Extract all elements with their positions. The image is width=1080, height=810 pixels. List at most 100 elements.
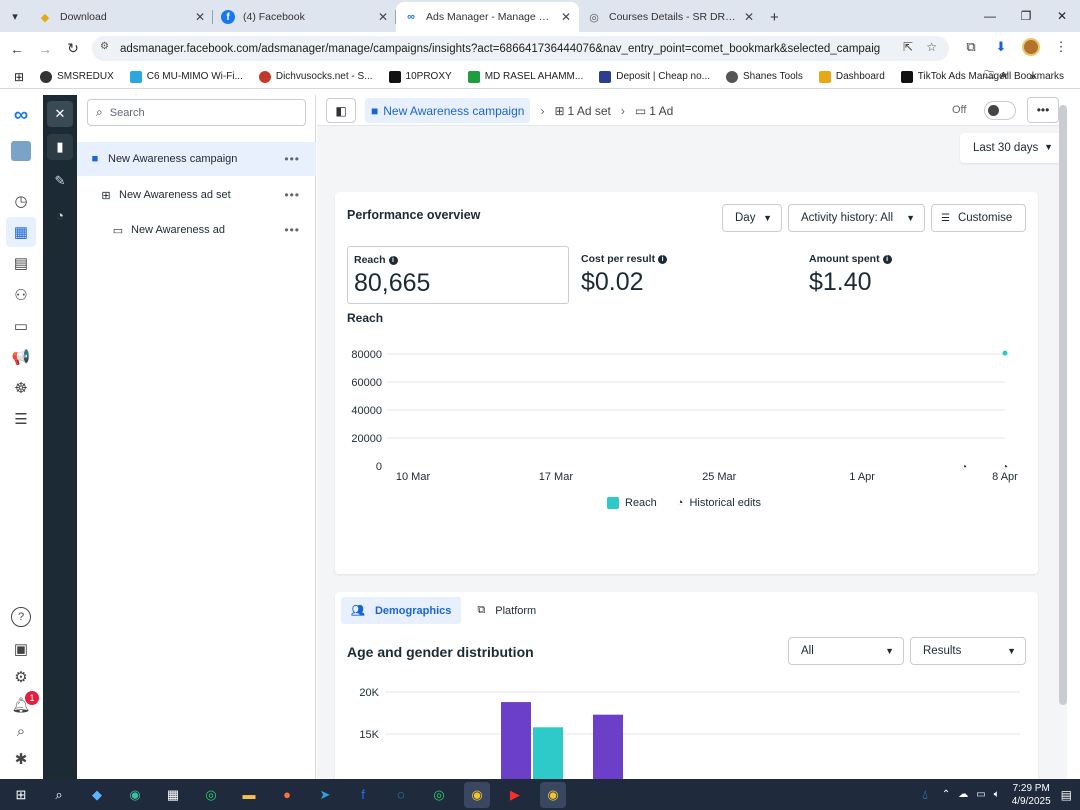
close-panel-icon[interactable]: ✕ [47, 101, 73, 127]
network-icon[interactable]: ▭ [976, 789, 985, 800]
bookmark-item[interactable]: Dashboard [818, 70, 885, 83]
meta-logo-icon[interactable]: ∞ [11, 104, 31, 126]
app-telegram-icon[interactable]: ➤ [312, 782, 338, 808]
url-bar[interactable]: ⚙ adsmanager.facebook.com/adsmanager/man… [92, 36, 949, 61]
pencil-edit-icon[interactable]: ✎ [50, 171, 70, 191]
breadcrumb-ad[interactable]: ▭ 1 Ad [635, 104, 673, 118]
notification-center-icon[interactable]: ▤ [1061, 788, 1072, 802]
more-options-button[interactable]: ••• [1027, 97, 1059, 123]
bookmark-item[interactable]: Shanes Tools [726, 70, 803, 83]
tree-node-campaign[interactable]: ■ New Awareness campaign ••• [77, 142, 316, 176]
bookmark-item[interactable]: MD RASEL AHAMM... [467, 70, 583, 83]
metric-filter-dropdown[interactable]: Results ▼ [910, 637, 1026, 665]
settings-gear-icon[interactable]: ⚙ [11, 667, 31, 687]
onedrive-cloud-icon[interactable]: ☁ [958, 789, 968, 800]
app-file-explorer-icon[interactable]: ▬ [236, 782, 262, 808]
business-tools-icon[interactable]: ☸ [11, 378, 31, 398]
search-input[interactable]: ⌕ Search [87, 99, 306, 126]
customise-button[interactable]: ☰ Customise [931, 204, 1026, 232]
help-icon[interactable]: ? [11, 607, 31, 627]
tab-platform[interactable]: ⧉ Platform [467, 597, 546, 624]
all-bookmarks-folder[interactable]: 🗀 All Bookmarks [984, 68, 1064, 85]
more-options-icon[interactable]: ••• [284, 188, 300, 202]
table-icon[interactable]: ▦ [6, 217, 36, 247]
chart-bars-icon[interactable]: ▮ [47, 134, 73, 160]
audience-filter-dropdown[interactable]: All ▼ [788, 637, 904, 665]
back-arrow-icon[interactable]: ← [3, 41, 31, 57]
catalog-icon[interactable]: ▤ [11, 253, 31, 273]
forward-arrow-icon[interactable]: → [31, 41, 59, 57]
megaphone-icon[interactable]: 📢 [11, 347, 31, 367]
app-whatsapp-icon[interactable]: ◎ [198, 782, 224, 808]
app-messenger-icon[interactable]: ◌ [388, 782, 414, 808]
browser-tab-courses[interactable]: ◎ Courses Details - SR DREAM IT ✕ [579, 2, 762, 32]
browser-tab-ads-manager[interactable]: ∞ Ads Manager - Manage ads - C ✕ [396, 2, 579, 32]
new-tab-button[interactable]: + [762, 2, 792, 32]
browser-tab-download[interactable]: ◆ Download ✕ [30, 2, 213, 32]
bookmark-star-icon[interactable]: ☆ [926, 40, 937, 54]
taskbar-search-icon[interactable]: ⌕ [46, 782, 72, 808]
bookmark-item[interactable]: SMSREDUX [40, 70, 114, 83]
site-info-icon[interactable]: ⚙ [100, 41, 109, 52]
cast-icon[interactable]: ⇱ [903, 40, 913, 54]
close-tab-icon[interactable]: ✕ [195, 10, 205, 24]
close-tab-icon[interactable]: ✕ [378, 10, 388, 24]
gauge-icon[interactable]: ◷ [11, 191, 31, 211]
downloads-icon[interactable]: ⬇ [992, 39, 1010, 55]
date-range-dropdown[interactable]: Last 30 days ▼ [960, 133, 1063, 163]
extensions-icon[interactable]: ⧉ [962, 39, 980, 55]
tree-node-ad[interactable]: ▭ New Awareness ad ••• [77, 213, 316, 247]
app-youtube-icon[interactable]: ▶ [502, 782, 528, 808]
tree-node-adset[interactable]: ⊞ New Awareness ad set ••• [77, 178, 316, 212]
breadcrumb-adset[interactable]: ⊞ 1 Ad set [554, 104, 610, 118]
tab-demographics[interactable]: 👥︎ Demographics [341, 597, 462, 624]
activity-history-dropdown[interactable]: Activity history: All ▼ [788, 204, 925, 232]
scrollbar[interactable] [1059, 105, 1067, 705]
hamburger-menu-icon[interactable]: ☰ [11, 409, 31, 429]
bug-report-icon[interactable]: ✱ [11, 749, 31, 769]
tray-chevron-up-icon[interactable]: ⌃ [942, 789, 950, 800]
metric-cost-per-result[interactable]: Cost per result i $0.02 [575, 246, 797, 304]
account-avatar[interactable] [11, 141, 31, 161]
bookmark-item[interactable]: Dichvusocks.net - S... [258, 70, 373, 83]
info-icon[interactable]: i [882, 255, 892, 264]
close-tab-icon[interactable]: ✕ [744, 10, 754, 24]
audiences-icon[interactable]: ⚇ [11, 285, 31, 305]
metric-amount-spent[interactable]: Amount spent i $1.40 [803, 246, 1025, 304]
volume-icon[interactable]: 🔈︎ [994, 789, 1000, 800]
history-clock-icon[interactable]: ◔ [50, 205, 70, 225]
reports-icon[interactable]: ▣ [11, 639, 31, 659]
bookmark-item[interactable]: Deposit | Cheap no... [599, 70, 710, 83]
app-chrome-icon[interactable]: ◉ [464, 781, 490, 808]
app-copilot-icon[interactable]: ◆ [84, 782, 110, 808]
metric-reach[interactable]: Reach i 80,665 [347, 246, 569, 304]
profile-avatar[interactable] [1022, 38, 1040, 56]
bookmark-item[interactable]: C6 MU-MIMO Wi-Fi... [129, 70, 243, 83]
minimize-icon[interactable]: — [972, 0, 1008, 32]
billing-card-icon[interactable]: ▭ [11, 316, 31, 336]
breadcrumb-campaign[interactable]: ■ New Awareness campaign [365, 98, 531, 123]
info-icon[interactable]: i [658, 255, 668, 264]
sidebar-toggle-icon[interactable]: ◧ [326, 98, 356, 123]
close-tab-icon[interactable]: ✕ [561, 10, 571, 24]
app-chrome-2-icon[interactable]: ◉ [540, 781, 566, 808]
apps-grid-icon[interactable]: ⊞ [14, 70, 24, 84]
close-window-icon[interactable]: ✕ [1044, 0, 1080, 32]
more-options-icon[interactable]: ••• [284, 152, 300, 166]
system-clock[interactable]: 7:29 PM 4/9/2025 [1012, 782, 1051, 808]
browser-menu-icon[interactable]: ⋮ [1052, 39, 1070, 55]
campaign-on-off-toggle[interactable] [984, 101, 1016, 120]
info-icon[interactable]: i [388, 256, 398, 265]
app-whatsapp-2-icon[interactable]: ◎ [426, 782, 452, 808]
windows-start-icon[interactable]: ⊞ [8, 782, 34, 808]
bookmark-item[interactable]: 10PROXY [388, 70, 452, 83]
app-edge-icon[interactable]: ◉ [122, 782, 148, 808]
restore-icon[interactable]: ❐ [1008, 0, 1044, 32]
water-drop-icon[interactable]: 💧︎ [923, 787, 928, 803]
search-icon[interactable]: ⌕ [11, 721, 31, 741]
more-options-icon[interactable]: ••• [284, 223, 300, 237]
browser-tab-facebook[interactable]: f (4) Facebook ✕ [213, 2, 396, 32]
app-facebook-icon[interactable]: f [350, 782, 376, 808]
reload-icon[interactable]: ↻ [59, 40, 87, 57]
granularity-dropdown[interactable]: Day ▼ [722, 204, 782, 232]
